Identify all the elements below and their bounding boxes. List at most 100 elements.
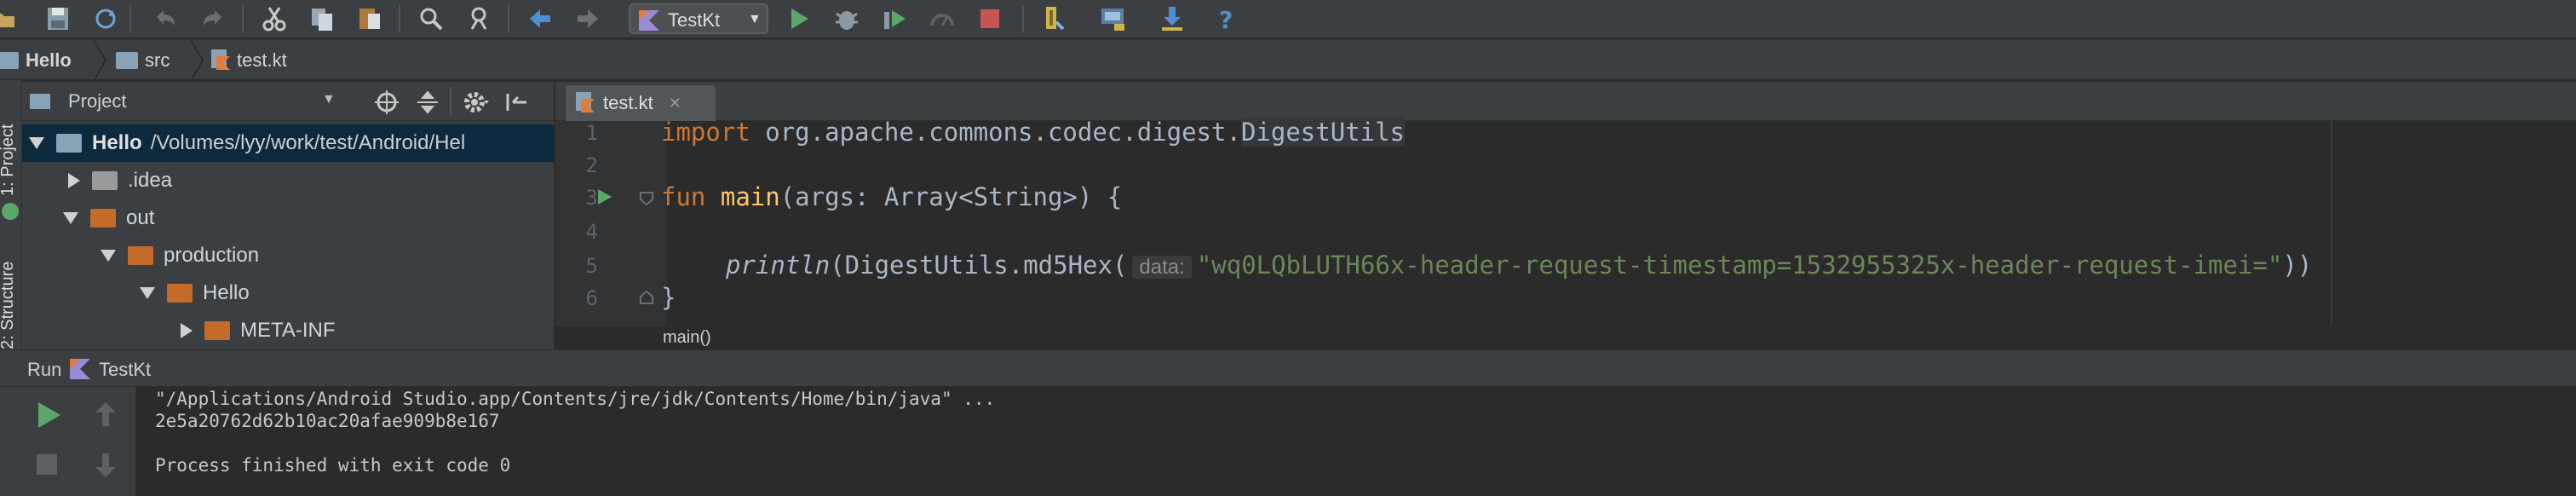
folder-icon bbox=[90, 209, 116, 228]
run-panel-header: Run TestKt bbox=[0, 349, 2576, 387]
code-editor[interactable] bbox=[666, 121, 2576, 326]
project-panel-header: Project ▼ bbox=[22, 82, 554, 121]
tree-item-meta-inf[interactable]: META-INF bbox=[22, 312, 554, 349]
project-tree: Hello /Volumes/lyy/work/test/Android/Hel… bbox=[22, 121, 554, 349]
fold-icon[interactable] bbox=[639, 290, 654, 305]
replace-icon[interactable] bbox=[465, 5, 492, 32]
breadcrumb-hello[interactable]: Hello bbox=[0, 49, 72, 72]
profile-icon[interactable] bbox=[929, 5, 956, 32]
breadcrumb-separator bbox=[190, 40, 204, 81]
editor-breadcrumb-bar: main() bbox=[555, 326, 2576, 349]
code-line-6: } bbox=[661, 283, 676, 312]
chevron-down-icon: ▼ bbox=[748, 12, 762, 26]
console-line: "/Applications/Android Studio.app/Conten… bbox=[155, 389, 996, 409]
collapse-arrow-icon[interactable] bbox=[181, 323, 193, 338]
tree-item-idea[interactable]: .idea bbox=[22, 162, 554, 199]
sdk-manager-icon[interactable] bbox=[1039, 5, 1067, 32]
navigation-bar: Hello src test.kt bbox=[0, 39, 2576, 81]
cut-icon[interactable] bbox=[261, 5, 288, 32]
method-breadcrumb[interactable]: main() bbox=[663, 328, 711, 348]
arrow-up-icon[interactable] bbox=[94, 401, 118, 428]
code-line-1: import org.apache.commons.codec.digest.D… bbox=[661, 118, 1405, 147]
redo-icon[interactable] bbox=[199, 5, 227, 32]
folder-icon bbox=[128, 246, 153, 265]
editor-tab-bar: test.kt ✕ bbox=[555, 82, 2576, 121]
help-icon[interactable]: ? bbox=[1213, 5, 1240, 34]
kotlin-file-icon bbox=[576, 92, 595, 112]
close-icon[interactable]: ✕ bbox=[669, 95, 681, 112]
line-number: 3 bbox=[585, 186, 598, 210]
code-line-5: println(DigestUtils.md5Hex(data: "wq0LQbL… bbox=[726, 251, 2313, 280]
project-folder-icon bbox=[0, 52, 19, 69]
expand-arrow-icon[interactable] bbox=[29, 137, 44, 149]
kotlin-icon bbox=[70, 359, 90, 379]
collapse-arrow-icon[interactable] bbox=[68, 173, 80, 188]
project-panel-title[interactable]: Project bbox=[68, 90, 126, 112]
hide-panel-icon[interactable] bbox=[504, 90, 528, 114]
line-number: 1 bbox=[585, 121, 598, 145]
breadcrumb-file[interactable]: test.kt bbox=[211, 49, 287, 72]
target-icon[interactable] bbox=[375, 90, 399, 114]
structure-indicator-icon bbox=[2, 203, 19, 220]
structure-tool-button[interactable]: 2: Structure bbox=[0, 262, 18, 349]
kotlin-icon bbox=[639, 10, 659, 31]
folder-icon bbox=[204, 321, 230, 340]
run-icon[interactable] bbox=[785, 5, 813, 32]
forward-icon[interactable] bbox=[574, 5, 601, 32]
svg-text:?: ? bbox=[1219, 6, 1233, 32]
run-toolbar bbox=[0, 387, 136, 496]
copy-icon[interactable] bbox=[308, 5, 336, 32]
tree-item-out[interactable]: out bbox=[22, 199, 554, 237]
expand-arrow-icon[interactable] bbox=[63, 212, 78, 224]
project-view-icon bbox=[30, 94, 50, 109]
folder-icon bbox=[92, 171, 118, 190]
save-icon[interactable] bbox=[44, 5, 72, 32]
stop-icon[interactable] bbox=[976, 5, 1003, 32]
tree-item-production[interactable]: production bbox=[22, 237, 554, 274]
sync-icon[interactable] bbox=[92, 5, 119, 32]
find-icon[interactable] bbox=[417, 5, 445, 32]
line-number: 5 bbox=[585, 254, 598, 278]
arrow-down-icon[interactable] bbox=[94, 452, 118, 479]
tab-test-kt[interactable]: test.kt ✕ bbox=[566, 85, 716, 121]
chevron-down-icon[interactable]: ▼ bbox=[322, 92, 336, 107]
expand-arrow-icon[interactable] bbox=[101, 250, 116, 262]
code-line-3: fun main(args: Array<String>) { bbox=[661, 182, 1123, 211]
run-config-name[interactable]: TestKt bbox=[99, 359, 151, 381]
download-icon[interactable] bbox=[1159, 5, 1186, 32]
line-number: 6 bbox=[585, 286, 598, 310]
kotlin-file-icon bbox=[211, 49, 230, 70]
breadcrumb-separator bbox=[93, 40, 107, 81]
collapse-all-icon[interactable] bbox=[416, 90, 440, 114]
parameter-hint: data: bbox=[1132, 256, 1192, 279]
module-folder-icon bbox=[56, 134, 82, 153]
open-icon[interactable] bbox=[0, 5, 17, 32]
expand-arrow-icon[interactable] bbox=[140, 287, 155, 299]
run-panel-title: Run bbox=[27, 359, 62, 380]
gear-icon[interactable] bbox=[463, 90, 489, 114]
source-folder-icon bbox=[116, 52, 138, 69]
tree-item-hello-root[interactable]: Hello /Volumes/lyy/work/test/Android/Hel bbox=[22, 124, 554, 162]
fold-icon[interactable] bbox=[639, 191, 654, 206]
console-line: 2e5a20762d62b10ac20afae909b8e167 bbox=[155, 411, 500, 431]
coverage-icon[interactable] bbox=[881, 5, 908, 32]
ide-window: TestKt ▼ ? Hello src test.kt 1: Project … bbox=[0, 0, 2576, 496]
main-toolbar: TestKt ▼ ? bbox=[0, 0, 2576, 37]
rerun-icon[interactable] bbox=[34, 401, 63, 430]
tree-item-hello[interactable]: Hello bbox=[22, 274, 554, 312]
undo-icon[interactable] bbox=[152, 5, 179, 32]
back-icon[interactable] bbox=[526, 5, 554, 32]
project-tool-button[interactable]: 1: Project bbox=[0, 124, 18, 196]
run-gutter-icon[interactable] bbox=[596, 187, 613, 206]
right-margin-guide bbox=[2331, 121, 2332, 326]
debug-icon[interactable] bbox=[833, 5, 860, 32]
breadcrumb-src[interactable]: src bbox=[116, 49, 170, 72]
tool-window-strip: 1: Project 2: Structure bbox=[0, 80, 22, 349]
folder-icon bbox=[167, 284, 193, 303]
stop-icon[interactable] bbox=[34, 452, 60, 477]
line-number: 2 bbox=[585, 153, 598, 177]
paste-icon[interactable] bbox=[356, 5, 383, 32]
project-structure-icon[interactable] bbox=[1099, 5, 1126, 32]
run-config-selector[interactable]: TestKt ▼ bbox=[629, 3, 768, 34]
console-line: Process finished with exit code 0 bbox=[155, 455, 511, 476]
